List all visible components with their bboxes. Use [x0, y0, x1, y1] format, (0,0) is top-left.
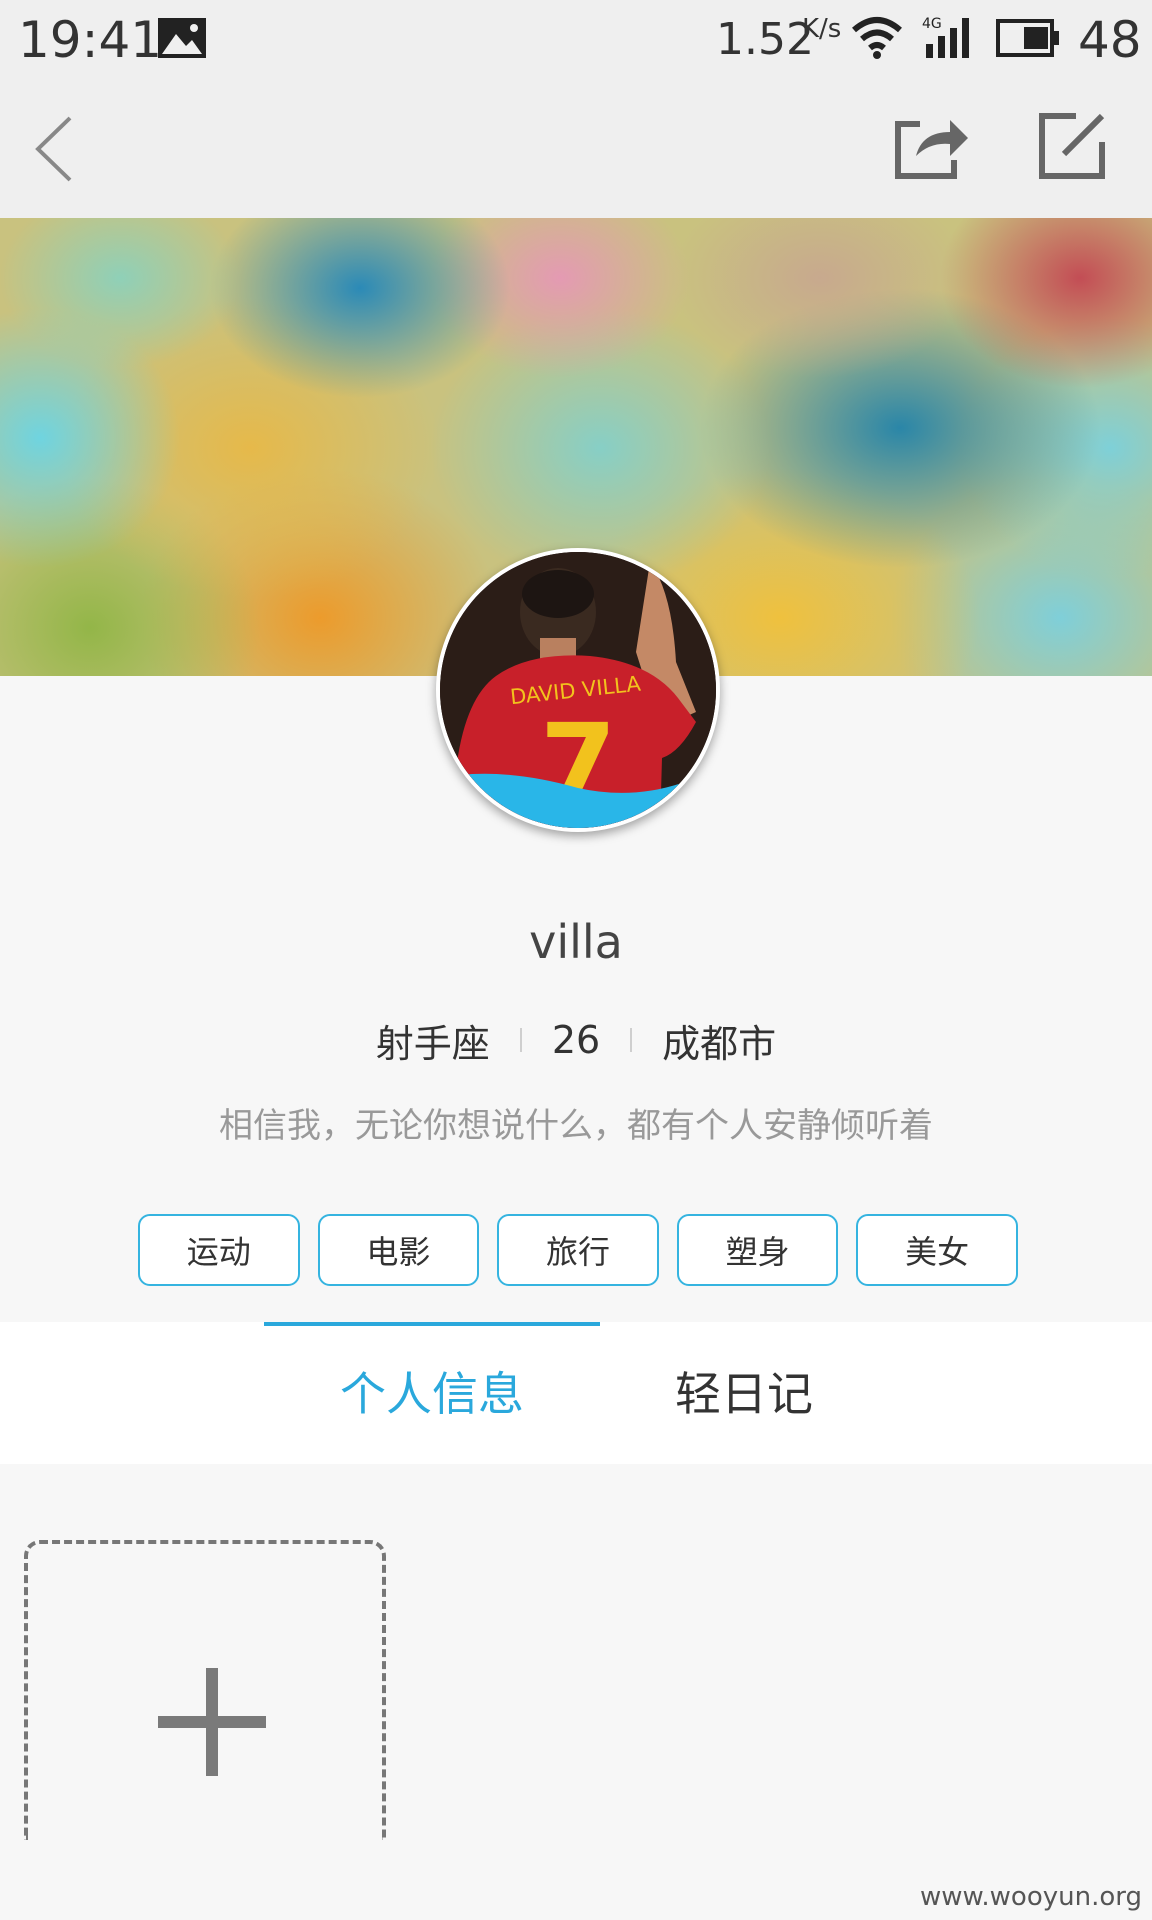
- tab-personal-info[interactable]: 个人信息: [264, 1356, 600, 1432]
- photo-area: www.wooyun.org: [0, 1464, 1152, 1920]
- zodiac-label: 射手座: [375, 1021, 490, 1066]
- status-time: 19:41: [18, 11, 163, 69]
- avatar-photo: DAVID VILLA 7: [440, 552, 716, 828]
- status-bar: 19:41 1.52 K/s 4G 48: [0, 0, 1152, 80]
- age-label: 26: [551, 1018, 601, 1062]
- signal-icon: 4G: [922, 16, 969, 58]
- interest-tag[interactable]: 运动: [138, 1214, 300, 1286]
- back-icon[interactable]: [30, 112, 80, 186]
- edit-icon[interactable]: [1036, 110, 1108, 182]
- interest-tag[interactable]: 美女: [856, 1214, 1018, 1286]
- interest-tag[interactable]: 塑身: [676, 1214, 839, 1286]
- plus-icon: [206, 1668, 218, 1776]
- profile-bio: 相信我，无论你想说什么，都有个人安静倾听着: [219, 1106, 933, 1146]
- nav-bar: [0, 80, 1152, 218]
- net-speed-unit: K/s: [802, 14, 842, 44]
- battery-icon: [996, 19, 1059, 57]
- active-tab-indicator: [264, 1322, 600, 1326]
- signal-4g-label: 4G: [922, 16, 942, 32]
- interest-tag[interactable]: 旅行: [497, 1214, 659, 1286]
- watermark: www.wooyun.org: [919, 1882, 1142, 1912]
- profile-meta-row: 射手座 26 成都市: [0, 1012, 1152, 1068]
- net-speed: 1.52: [716, 14, 814, 65]
- interest-tag[interactable]: 电影: [317, 1214, 480, 1286]
- avatar[interactable]: DAVID VILLA 7: [436, 548, 720, 832]
- city-label: 成都市: [662, 1021, 777, 1066]
- battery-level: 48: [1078, 11, 1142, 69]
- username: villa: [529, 915, 623, 969]
- tab-light-diary[interactable]: 轻日记: [600, 1356, 888, 1432]
- image-icon: [158, 18, 206, 58]
- wifi-icon: [852, 17, 902, 59]
- share-icon[interactable]: [892, 110, 972, 182]
- interest-tags: 运动 电影 旅行 塑身 美女: [138, 1214, 1018, 1286]
- add-photo-button[interactable]: [24, 1540, 386, 1840]
- profile-tabs: 个人信息 轻日记: [0, 1322, 1152, 1464]
